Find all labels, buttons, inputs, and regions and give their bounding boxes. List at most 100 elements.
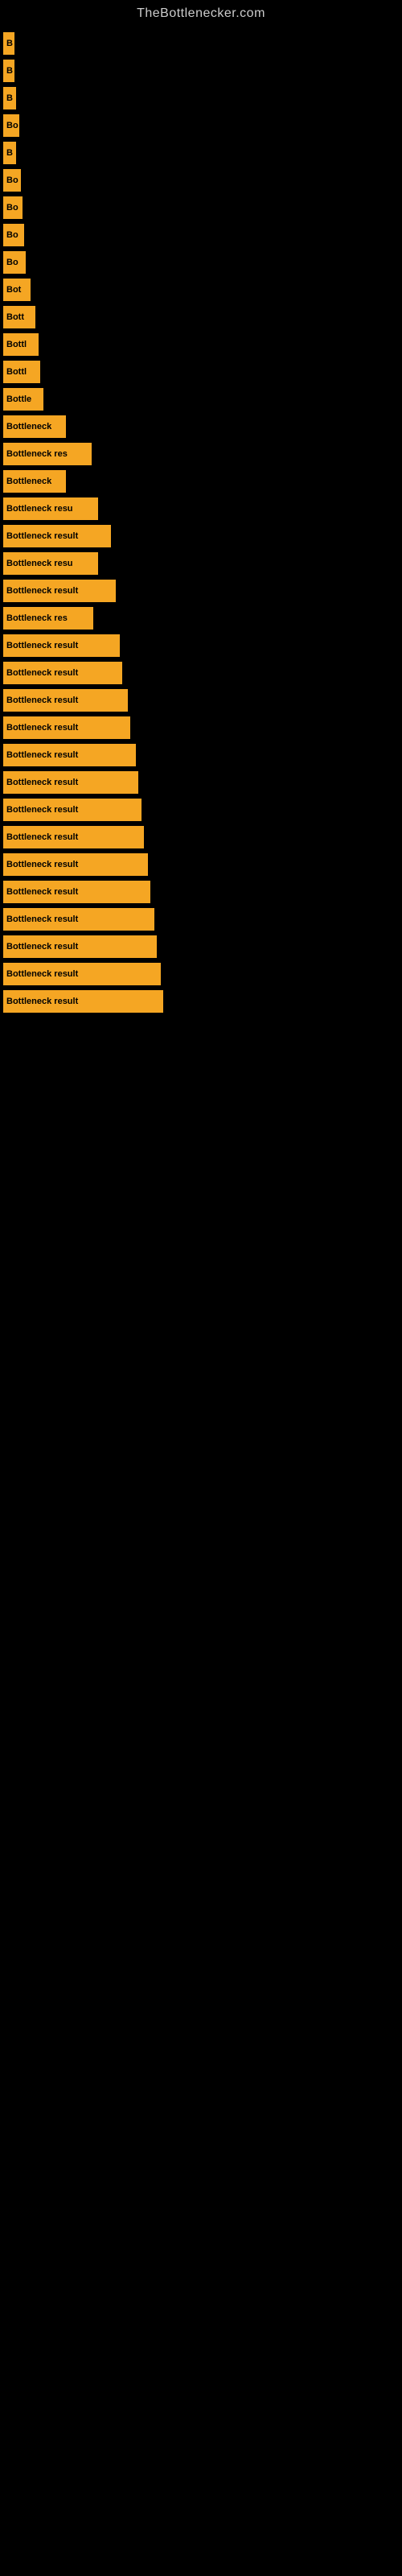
bar-item: Bot	[3, 279, 31, 301]
bar-item: Bo	[3, 224, 24, 246]
bar-label: Bottleneck result	[6, 832, 78, 842]
bar-item: Bottleneck result	[3, 689, 128, 712]
bar-row: Bottleneck result	[0, 525, 402, 547]
bar-label: Bottleneck result	[6, 997, 78, 1006]
bar-row: Bottleneck result	[0, 881, 402, 903]
bar-row: Bottl	[0, 361, 402, 383]
bar-label: Bottleneck result	[6, 668, 78, 678]
bar-item: Bottl	[3, 333, 39, 356]
bar-item: Bottleneck result	[3, 716, 130, 739]
bar-label: Bot	[6, 285, 21, 295]
bar-label: Bottleneck	[6, 477, 51, 486]
bar-row: Bottleneck result	[0, 634, 402, 657]
bar-label: Bo	[6, 121, 18, 130]
bar-item: B	[3, 142, 16, 164]
bar-row: Bo	[0, 224, 402, 246]
bar-row: Bo	[0, 169, 402, 192]
bar-label: B	[6, 148, 13, 158]
bar-item: Bottleneck res	[3, 443, 92, 465]
bar-row: Bottleneck res	[0, 443, 402, 465]
bar-label: Bo	[6, 230, 18, 240]
bar-label: Bo	[6, 258, 18, 267]
bar-row: Bottleneck resu	[0, 497, 402, 520]
bar-label: Bottleneck result	[6, 696, 78, 705]
bar-row: B	[0, 32, 402, 55]
bar-item: Bottleneck result	[3, 799, 142, 821]
bar-label: Bottleneck result	[6, 887, 78, 897]
bar-label: Bo	[6, 203, 18, 213]
bar-item: Bottleneck result	[3, 881, 150, 903]
bar-label: Bottleneck result	[6, 778, 78, 787]
bar-row: Bo	[0, 114, 402, 137]
bar-row: Bottleneck result	[0, 662, 402, 684]
bar-item: Bottleneck result	[3, 853, 148, 876]
bar-row: Bottleneck result	[0, 853, 402, 876]
bar-item: Bottleneck resu	[3, 497, 98, 520]
bar-label: Bottleneck res	[6, 449, 68, 459]
bar-label: Bottle	[6, 394, 31, 404]
bar-row: Bottleneck result	[0, 963, 402, 985]
bar-row: Bottleneck result	[0, 580, 402, 602]
bar-row: Bottleneck result	[0, 990, 402, 1013]
bar-label: Bottl	[6, 340, 27, 349]
bar-row: Bot	[0, 279, 402, 301]
bar-item: Bottleneck resu	[3, 552, 98, 575]
bar-label: B	[6, 66, 13, 76]
bar-label: Bottleneck result	[6, 641, 78, 650]
bar-row: B	[0, 142, 402, 164]
bar-label: Bottleneck result	[6, 969, 78, 979]
bar-label: B	[6, 93, 13, 103]
bar-item: Bottleneck result	[3, 963, 161, 985]
bar-item: B	[3, 60, 14, 82]
bar-item: Bottleneck	[3, 415, 66, 438]
bar-item: Bottleneck result	[3, 634, 120, 657]
bar-item: Bott	[3, 306, 35, 328]
bar-item: B	[3, 32, 14, 55]
bar-item: Bottleneck res	[3, 607, 93, 630]
bar-row: Bottleneck result	[0, 826, 402, 848]
bar-row: Bottleneck result	[0, 716, 402, 739]
bar-row: Bott	[0, 306, 402, 328]
bar-row: B	[0, 60, 402, 82]
bar-row: B	[0, 87, 402, 109]
bar-row: Bottle	[0, 388, 402, 411]
bar-label: Bottleneck result	[6, 805, 78, 815]
bar-label: Bottleneck resu	[6, 504, 73, 514]
bar-label: Bott	[6, 312, 24, 322]
bar-item: B	[3, 87, 16, 109]
bar-label: Bottleneck result	[6, 723, 78, 733]
bar-row: Bottleneck result	[0, 771, 402, 794]
site-title: TheBottlenecker.com	[0, 0, 402, 24]
bar-item: Bottleneck	[3, 470, 66, 493]
bar-item: Bo	[3, 251, 26, 274]
bar-item: Bottleneck result	[3, 662, 122, 684]
bar-row: Bottleneck	[0, 470, 402, 493]
bar-label: Bottleneck result	[6, 914, 78, 924]
bar-item: Bottleneck result	[3, 935, 157, 958]
bar-item: Bottl	[3, 361, 40, 383]
bar-row: Bottleneck result	[0, 935, 402, 958]
bar-row: Bottleneck result	[0, 689, 402, 712]
bar-row: Bo	[0, 251, 402, 274]
bar-label: Bottleneck result	[6, 586, 78, 596]
bar-item: Bo	[3, 169, 21, 192]
bar-row: Bottleneck resu	[0, 552, 402, 575]
bar-row: Bottl	[0, 333, 402, 356]
bar-label: Bottleneck result	[6, 860, 78, 869]
bar-row: Bo	[0, 196, 402, 219]
bar-item: Bo	[3, 114, 19, 137]
bar-item: Bottleneck result	[3, 580, 116, 602]
bar-item: Bottleneck result	[3, 744, 136, 766]
bar-item: Bottleneck result	[3, 771, 138, 794]
bar-row: Bottleneck result	[0, 744, 402, 766]
bar-item: Bottleneck result	[3, 908, 154, 931]
bar-label: Bottleneck result	[6, 942, 78, 952]
bar-row: Bottleneck result	[0, 908, 402, 931]
bar-label: B	[6, 39, 13, 48]
bar-item: Bottle	[3, 388, 43, 411]
bar-item: Bottleneck result	[3, 525, 111, 547]
bar-item: Bo	[3, 196, 23, 219]
bar-label: Bo	[6, 175, 18, 185]
bars-container: B B B Bo B Bo Bo Bo Bo Bot Bott Bottl Bottl Bottle Bot…	[0, 24, 402, 1018]
bar-row: Bottleneck res	[0, 607, 402, 630]
